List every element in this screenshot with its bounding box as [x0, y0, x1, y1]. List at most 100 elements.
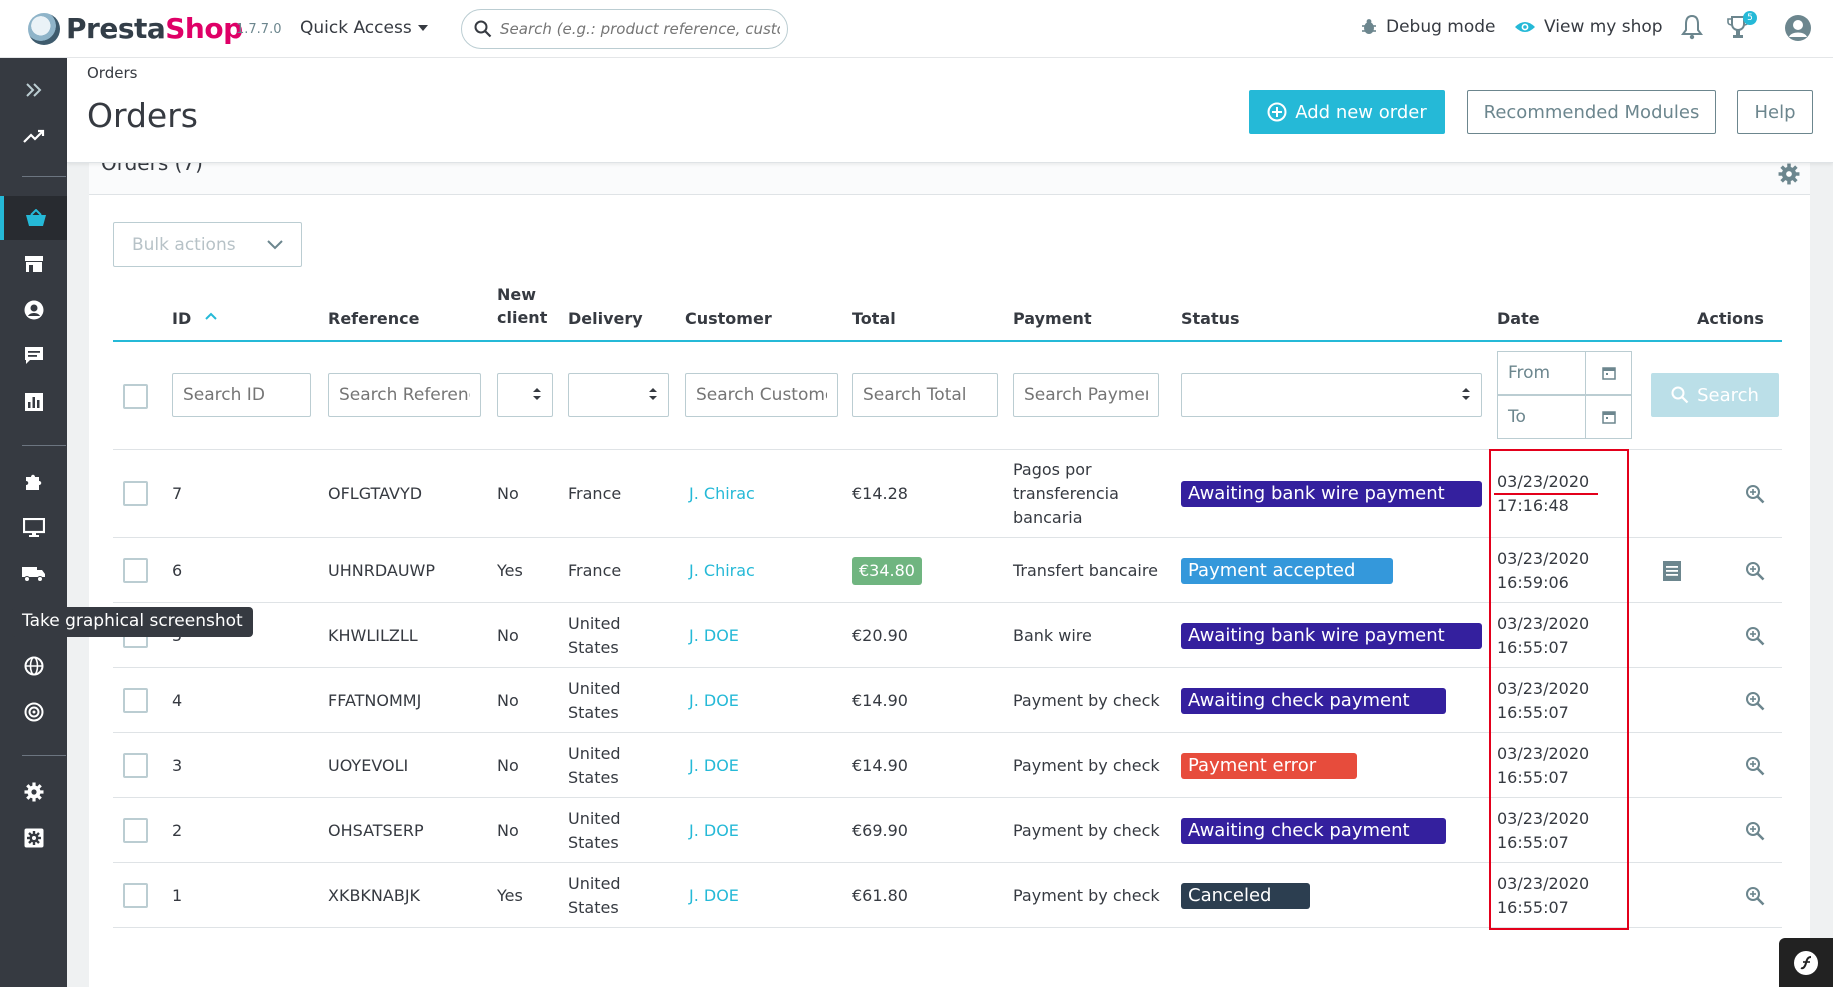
column-header-new-client[interactable]: New client: [497, 283, 547, 329]
view-shop-link[interactable]: View my shop: [1514, 17, 1663, 37]
filter-customer-input[interactable]: [685, 373, 838, 417]
order-date-time: 16:55:07: [1497, 832, 1569, 852]
order-date: 03/23/2020 16:55:07: [1497, 872, 1589, 920]
sidebar-orders-basket-icon[interactable]: [0, 196, 67, 240]
order-date-time: 16:55:07: [1497, 702, 1569, 722]
filter-total-field[interactable]: [863, 385, 987, 405]
new-client-value: No: [497, 755, 519, 775]
sidebar-settings-gear-icon[interactable]: [0, 770, 67, 814]
customer-link[interactable]: J. DOE: [689, 819, 739, 843]
select-all-checkbox[interactable]: [123, 384, 148, 409]
column-header-id[interactable]: ID: [172, 307, 191, 330]
filter-id-input[interactable]: [172, 373, 311, 417]
view-order-zoom-icon[interactable]: [1745, 561, 1765, 581]
column-header-total[interactable]: Total: [852, 307, 896, 330]
breadcrumb[interactable]: Orders: [87, 64, 137, 82]
filter-reference-input[interactable]: [328, 373, 481, 417]
order-status-badge[interactable]: Awaiting bank wire payment: [1181, 480, 1482, 507]
sidebar-messages-icon[interactable]: [0, 334, 67, 378]
filter-new-client-select[interactable]: [497, 373, 553, 417]
calendar-icon[interactable]: [1585, 351, 1631, 395]
sidebar-shipping-truck-icon[interactable]: [0, 552, 67, 596]
row-checkbox[interactable]: [123, 557, 148, 583]
filter-date-from[interactable]: From: [1497, 351, 1632, 395]
filter-reference-field[interactable]: [339, 385, 470, 405]
sidebar-catalog-store-icon[interactable]: [0, 242, 67, 286]
quick-access-dropdown[interactable]: Quick Access: [300, 18, 428, 38]
notifications-bell-icon[interactable]: [1681, 14, 1703, 40]
sidebar-modules-puzzle-icon[interactable]: [0, 460, 67, 504]
date-from-placeholder: From: [1508, 363, 1551, 383]
debug-mode-link[interactable]: Debug mode: [1360, 17, 1496, 37]
help-button[interactable]: Help: [1737, 90, 1813, 134]
row-checkbox[interactable]: [123, 882, 148, 908]
order-status-badge[interactable]: Awaiting bank wire payment: [1181, 622, 1482, 649]
delivery-country: France: [568, 483, 622, 503]
sidebar-expand-icon[interactable]: [0, 68, 67, 112]
column-header-payment[interactable]: Payment: [1013, 307, 1092, 330]
sidebar-international-globe-icon[interactable]: [0, 644, 67, 688]
order-status-badge[interactable]: Awaiting check payment: [1181, 817, 1446, 844]
bulk-actions-dropdown[interactable]: Bulk actions: [113, 222, 302, 267]
prestashop-logo[interactable]: PrestaShop: [28, 12, 243, 45]
order-status-badge[interactable]: Awaiting check payment: [1181, 687, 1446, 714]
payment-line3: bancaria: [1013, 507, 1083, 527]
order-date: 03/23/2020 16:55:07: [1497, 677, 1589, 725]
sidebar-design-monitor-icon[interactable]: [0, 506, 67, 550]
symfony-debug-toolbar-icon[interactable]: [1779, 938, 1833, 987]
filter-payment-input[interactable]: [1013, 373, 1159, 417]
order-status-badge[interactable]: Payment error: [1181, 752, 1357, 779]
select-arrows-icon: [649, 388, 657, 400]
filter-total-input[interactable]: [852, 373, 998, 417]
sidebar-customers-icon[interactable]: [0, 288, 67, 332]
column-header-date[interactable]: Date: [1497, 307, 1540, 330]
customer-link[interactable]: J. DOE: [689, 624, 739, 648]
sidebar-dashboard-trend-icon[interactable]: [0, 114, 67, 158]
filter-date-to[interactable]: To: [1497, 395, 1632, 439]
column-header-reference[interactable]: Reference: [328, 307, 419, 330]
customer-link[interactable]: J. DOE: [689, 754, 739, 778]
view-order-zoom-icon[interactable]: [1745, 691, 1765, 711]
filter-delivery-select[interactable]: [568, 373, 669, 417]
row-checkbox[interactable]: [123, 687, 148, 713]
filter-id-field[interactable]: [183, 385, 300, 405]
customer-link[interactable]: J. DOE: [689, 689, 739, 713]
add-new-order-button[interactable]: Add new order: [1249, 90, 1445, 134]
sort-asc-caret-icon[interactable]: [205, 312, 217, 320]
order-status-badge[interactable]: Canceled: [1181, 882, 1310, 909]
payment-method: Payment by check: [1013, 755, 1160, 775]
row-checkbox[interactable]: [123, 480, 148, 506]
view-order-zoom-icon[interactable]: [1745, 821, 1765, 841]
view-order-zoom-icon[interactable]: [1745, 756, 1765, 776]
customer-link[interactable]: J. DOE: [689, 884, 739, 908]
view-order-zoom-icon[interactable]: [1745, 484, 1765, 504]
order-status-badge[interactable]: Payment accepted: [1181, 557, 1393, 584]
filter-status-select[interactable]: [1181, 373, 1482, 417]
invoice-document-icon[interactable]: [1663, 560, 1681, 581]
sidebar-stats-icon[interactable]: [0, 380, 67, 424]
column-header-customer[interactable]: Customer: [685, 307, 772, 330]
header-search[interactable]: [461, 9, 788, 49]
filter-payment-field[interactable]: [1024, 385, 1148, 405]
row-checkbox[interactable]: [123, 752, 148, 778]
view-order-zoom-icon[interactable]: [1745, 886, 1765, 906]
customer-link[interactable]: J. Chirac: [689, 482, 755, 506]
header-search-input[interactable]: [500, 20, 780, 38]
column-header-status[interactable]: Status: [1181, 307, 1240, 330]
view-order-zoom-icon[interactable]: [1745, 626, 1765, 646]
user-avatar-icon[interactable]: [1784, 14, 1812, 42]
sidebar-advanced-params-icon[interactable]: [0, 816, 67, 860]
filter-customer-field[interactable]: [696, 385, 827, 405]
delivery-country: United States: [568, 612, 621, 660]
column-header-delivery[interactable]: Delivery: [568, 307, 643, 330]
customer-link[interactable]: J. Chirac: [689, 559, 755, 583]
payment-method: Bank wire: [1013, 625, 1092, 645]
grid-settings-gear-icon[interactable]: [1778, 163, 1800, 185]
filter-search-button[interactable]: Search: [1651, 373, 1779, 417]
calendar-icon[interactable]: [1585, 395, 1631, 439]
caret-down-icon: [417, 25, 428, 31]
order-total: €14.90: [852, 755, 908, 775]
row-checkbox[interactable]: [123, 817, 148, 843]
recommended-modules-button[interactable]: Recommended Modules: [1467, 90, 1716, 134]
sidebar-marketing-target-icon[interactable]: [0, 690, 67, 734]
